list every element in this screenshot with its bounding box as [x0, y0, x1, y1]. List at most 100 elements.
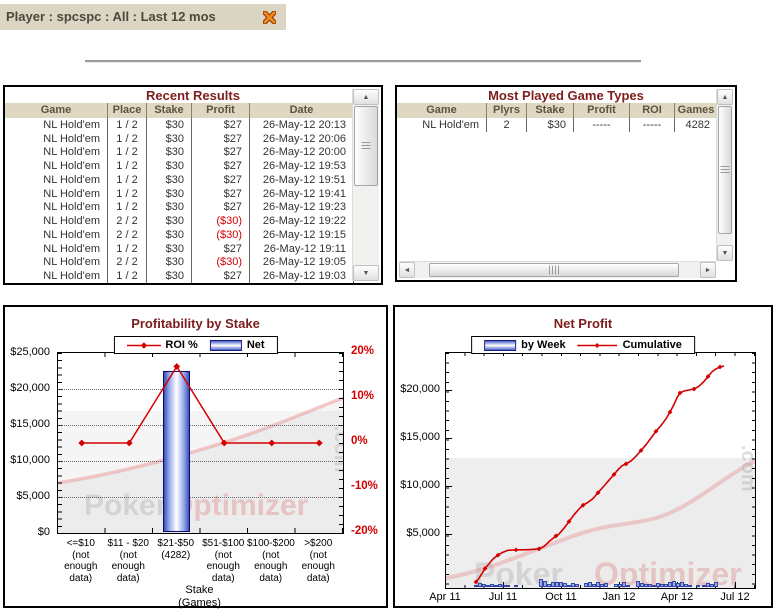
x-category-label: $11 - $20 (not enough data) [107, 538, 149, 584]
y-axis-tick-label: $5,000 [406, 527, 440, 539]
legend-item-by-week: by Week [484, 339, 566, 351]
table-row[interactable]: NL Hold'em 1 / 2 $30 $27 26-May-12 19:23 [5, 200, 354, 215]
legend-label: by Week [521, 339, 566, 351]
cell: $30 [147, 173, 192, 187]
chart-legend: ROI % Net [113, 336, 278, 354]
recent-results-rows: NL Hold'em 1 / 2 $30 $27 26-May-12 20:13 NL H… [5, 118, 354, 283]
table-row[interactable]: NL Hold'em 2 / 2 $30 ($30) 26-May-12 19:22 [5, 214, 354, 228]
legend-label: Net [246, 339, 265, 351]
column-header-stake[interactable]: Stake [147, 103, 192, 118]
plot-area: Poker Optimizer .com [57, 352, 344, 534]
cell: 26-May-12 19:11 [250, 241, 354, 256]
cell: $30 [147, 255, 192, 270]
column-header-game[interactable]: Game [397, 103, 487, 118]
column-header-date[interactable]: Date [250, 103, 354, 118]
cell: NL Hold'em [5, 173, 108, 187]
cell: NL Hold'em [5, 118, 108, 132]
table-row[interactable]: NL Hold'em 1 / 2 $30 $27 26-May-12 19:11 [5, 241, 354, 256]
chart-title: Profitability by Stake [131, 316, 260, 331]
column-header-game[interactable]: Game [5, 103, 108, 118]
most-played-vertical-scrollbar[interactable]: ▲ ▼ [716, 89, 733, 261]
cell: $27 [192, 145, 250, 160]
scroll-thumb[interactable] [354, 106, 378, 186]
column-header-plyrs[interactable]: Plyrs [487, 103, 527, 118]
cell: 1 / 2 [108, 173, 147, 187]
column-header-profit[interactable]: Profit [192, 103, 250, 118]
arrow-right-icon: ► [704, 266, 712, 274]
table-row[interactable]: NL Hold'em 1 / 2 $30 $27 26-May-12 19:03 [5, 269, 354, 283]
plot-area: Poker Optimizer .com [445, 352, 756, 589]
cell: NL Hold'em [5, 159, 108, 173]
table-row[interactable]: NL Hold'em 1 / 2 $30 $27 26-May-12 19:51 [5, 173, 354, 187]
cell: $27 [192, 173, 250, 187]
scroll-up-button[interactable]: ▲ [717, 89, 733, 105]
cell: $30 [147, 186, 192, 201]
table-row[interactable]: NL Hold'em 2 $30 ----- ----- 4282 [397, 118, 718, 132]
cell: 26-May-12 19:05 [250, 255, 354, 270]
table-row[interactable]: NL Hold'em 1 / 2 $30 $27 26-May-12 20:13 [5, 118, 354, 132]
left-axis-labels: $25,000 $20,000 $15,000 $10,000 $5,000 $0 [5, 307, 55, 606]
scroll-left-button[interactable]: ◄ [399, 262, 415, 278]
cell: $27 [192, 186, 250, 201]
x-axis-labels: Apr 11 Jul 11 Oct 11 Jan 12 Apr 12 Jul 12 [395, 591, 771, 605]
cell: 26-May-12 19:15 [250, 228, 354, 242]
column-header-place[interactable]: Place [108, 103, 147, 118]
recent-results-vertical-scrollbar[interactable]: ▲ ▼ [352, 89, 379, 281]
legend-item-roi: ROI % [126, 339, 198, 351]
legend-item-cumulative: Cumulative [577, 339, 682, 351]
cell: $30 [147, 131, 192, 146]
poker-stats-report: Player : spcspc : All : Last 12 mos Rece… [0, 0, 776, 612]
cell: NL Hold'em [5, 269, 108, 283]
arrow-up-icon: ▲ [362, 93, 370, 101]
scroll-thumb[interactable] [718, 106, 732, 234]
scroll-right-button[interactable]: ► [700, 262, 716, 278]
table-row[interactable]: NL Hold'em 1 / 2 $30 $27 26-May-12 19:53 [5, 159, 354, 173]
column-header-roi[interactable]: ROI [630, 103, 675, 118]
cell: 1 / 2 [108, 200, 147, 215]
y-axis-tick-label: $10,000 [10, 454, 50, 466]
cell: NL Hold'em [5, 255, 108, 270]
scroll-down-button[interactable]: ▼ [717, 245, 733, 261]
scroll-thumb[interactable] [429, 263, 679, 277]
cell: $27 [192, 159, 250, 173]
recent-results-panel: Recent Results Game Place Stake Profit Date … [3, 85, 383, 285]
cell: 26-May-12 19:53 [250, 159, 354, 173]
most-played-rows: NL Hold'em 2 $30 ----- ----- 4282 [397, 118, 718, 132]
close-icon[interactable] [263, 11, 276, 24]
column-header-profit[interactable]: Profit [574, 103, 630, 118]
x-axis-tick-label: Jan 12 [602, 591, 636, 603]
cell: $30 [147, 159, 192, 173]
cell: $27 [192, 269, 250, 283]
right-axis-tick-label: 10% [351, 390, 375, 402]
column-header-stake[interactable]: Stake [527, 103, 574, 118]
line-marker-icon [577, 342, 618, 348]
scroll-up-button[interactable]: ▲ [353, 89, 379, 105]
cell: 26-May-12 19:22 [250, 214, 354, 228]
line-marker-icon [126, 341, 161, 349]
cumulative-line-series [473, 364, 725, 585]
table-row[interactable]: NL Hold'em 1 / 2 $30 $27 26-May-12 20:06 [5, 131, 354, 146]
column-header-games[interactable]: Games [675, 103, 718, 118]
table-row[interactable]: NL Hold'em 2 / 2 $30 ($30) 26-May-12 19:05 [5, 255, 354, 270]
arrow-down-icon: ▼ [362, 269, 370, 277]
table-row[interactable]: NL Hold'em 1 / 2 $30 $27 26-May-12 19:41 [5, 186, 354, 201]
most-played-horizontal-scrollbar[interactable]: ◄ ► [399, 261, 716, 278]
cell: $30 [147, 241, 192, 256]
cell: NL Hold'em [5, 228, 108, 242]
table-row[interactable]: NL Hold'em 2 / 2 $30 ($30) 26-May-12 19:15 [5, 228, 354, 242]
cell: 1 / 2 [108, 131, 147, 146]
bar-marker-icon [484, 339, 517, 351]
cell: 2 [487, 118, 527, 132]
table-row[interactable]: NL Hold'em 1 / 2 $30 $27 26-May-12 20:00 [5, 145, 354, 160]
y-axis-tick-label: $0 [37, 526, 50, 538]
profitability-by-stake-chart: Profitability by Stake ROI % Net $25,000… [3, 305, 388, 609]
thumb-grip-icon [361, 142, 371, 150]
y-axis-tick-label: $25,000 [10, 346, 50, 358]
cell: ($30) [192, 214, 250, 228]
x-category-label: $100-$200 (not enough data) [247, 538, 295, 584]
thumb-grip-icon [549, 265, 559, 275]
right-axis-tick-label: 20% [351, 345, 375, 357]
scroll-down-button[interactable]: ▼ [353, 265, 379, 281]
cell: NL Hold'em [5, 145, 108, 160]
cell: $30 [147, 200, 192, 215]
